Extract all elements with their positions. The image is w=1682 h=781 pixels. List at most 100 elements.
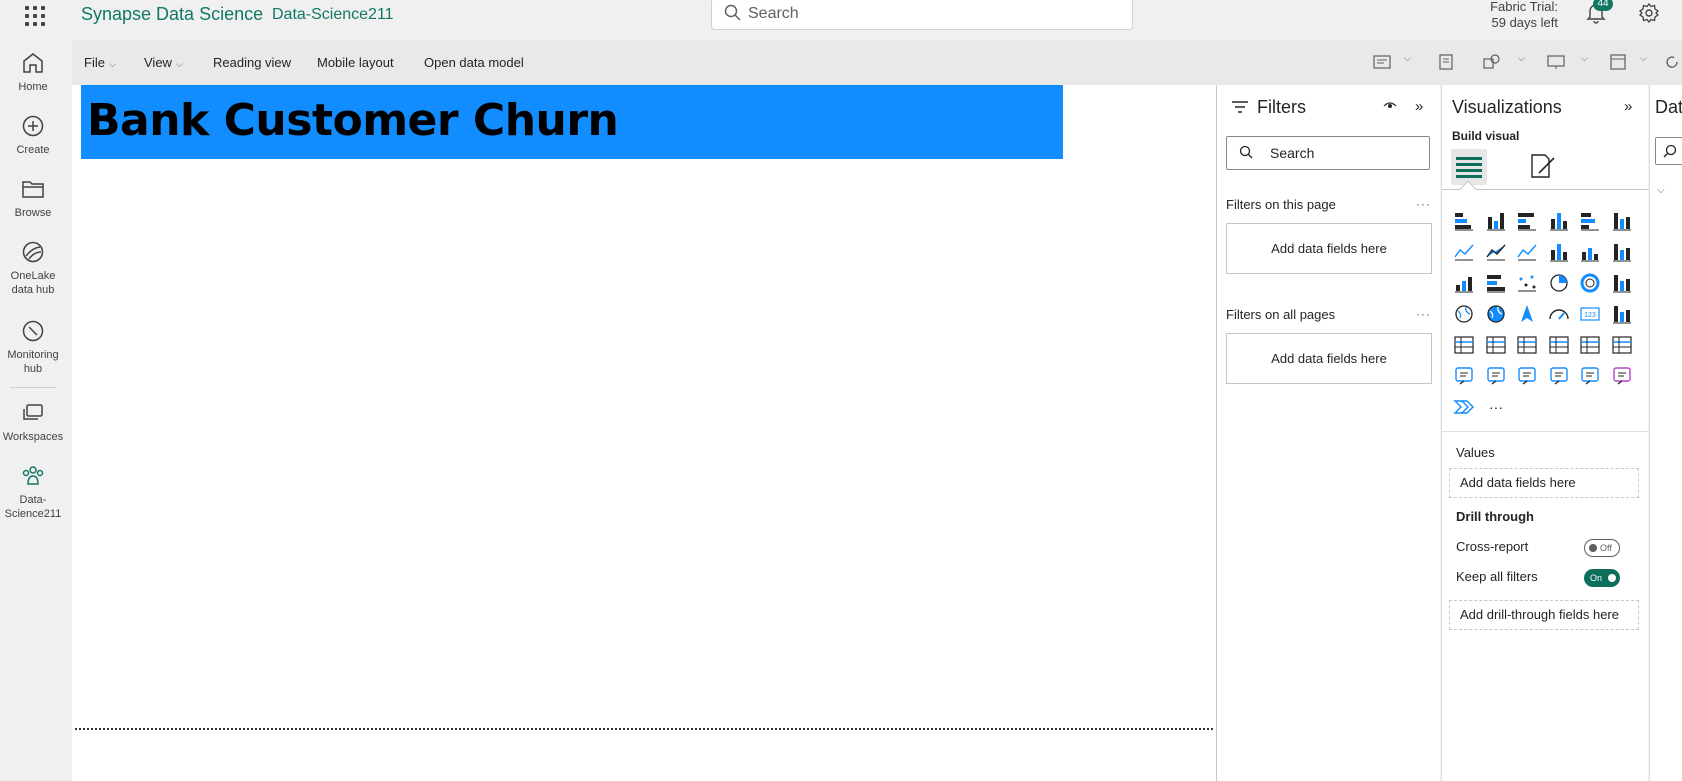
- key-influencers-icon[interactable]: [1610, 333, 1634, 357]
- azure-map-icon[interactable]: [1515, 302, 1539, 326]
- keep-all-filters-label: Keep all filters: [1456, 569, 1538, 584]
- chevron-down-icon[interactable]: ⌵: [1404, 53, 1411, 64]
- view-menu[interactable]: View ⌵: [144, 55, 183, 70]
- narrative-icon[interactable]: [1515, 364, 1539, 388]
- area-chart-icon[interactable]: [1484, 240, 1508, 264]
- pie-chart-icon[interactable]: [1547, 271, 1571, 295]
- stacked-column-chart-icon[interactable]: [1484, 209, 1508, 233]
- funnel-chart-icon[interactable]: [1484, 271, 1508, 295]
- pie-chart-icon-glyph: [1549, 274, 1568, 292]
- present-icon[interactable]: [1547, 54, 1565, 70]
- reading-view-button[interactable]: Reading view: [213, 55, 291, 70]
- keep-all-filters-toggle[interactable]: On: [1584, 569, 1620, 587]
- notes-icon[interactable]: [1438, 54, 1454, 70]
- clustered-column-chart-icon[interactable]: [1547, 209, 1571, 233]
- gauge-icon[interactable]: [1547, 302, 1571, 326]
- more-options-icon[interactable]: ···: [1416, 197, 1431, 211]
- power-automate-icon[interactable]: [1452, 395, 1476, 419]
- nav-browse[interactable]: Browse: [0, 176, 66, 220]
- build-visual-tab[interactable]: [1451, 149, 1487, 185]
- card-icon[interactable]: 123: [1578, 302, 1602, 326]
- data-search-input[interactable]: [1655, 137, 1682, 165]
- decomposition-tree-icon[interactable]: [1578, 333, 1602, 357]
- filters-page-well[interactable]: Add data fields here: [1226, 223, 1432, 274]
- multi-row-card-icon[interactable]: [1610, 302, 1634, 326]
- collapse-filters-icon[interactable]: »: [1415, 98, 1423, 115]
- map-icon[interactable]: [1452, 302, 1476, 326]
- paginated-report-icon[interactable]: [1484, 364, 1508, 388]
- 100-stacked-bar-chart-icon-glyph: [1581, 213, 1599, 231]
- treemap-icon[interactable]: [1610, 271, 1634, 295]
- app-name[interactable]: Synapse Data Science: [81, 4, 263, 25]
- clustered-bar-chart-icon[interactable]: [1515, 209, 1539, 233]
- values-label: Values: [1456, 445, 1495, 460]
- chevron-down-icon[interactable]: ⌵: [1518, 53, 1525, 64]
- line-chart-icon[interactable]: [1452, 240, 1476, 264]
- cross-report-toggle[interactable]: Off: [1584, 539, 1620, 557]
- nav-workspaces[interactable]: Workspaces: [0, 400, 66, 444]
- metrics-icon[interactable]: [1547, 364, 1571, 388]
- shapes-icon[interactable]: [1483, 54, 1501, 70]
- stacked-bar-chart-icon[interactable]: [1452, 209, 1476, 233]
- drill-through-well[interactable]: Add drill-through fields here: [1449, 600, 1639, 630]
- kpi-icon[interactable]: [1452, 333, 1476, 357]
- waterfall-chart-icon[interactable]: [1452, 271, 1476, 295]
- 100-stacked-column-chart-icon-glyph: [1612, 213, 1631, 231]
- nav-monitoring[interactable]: Monitoring hub: [0, 318, 66, 376]
- line-stacked-column-chart-icon[interactable]: [1547, 240, 1571, 264]
- open-data-model-button[interactable]: Open data model: [424, 55, 524, 70]
- ribbon-chart-icon[interactable]: [1610, 240, 1634, 264]
- stacked-area-chart-icon[interactable]: [1515, 240, 1539, 264]
- format-visual-icon[interactable]: [1527, 151, 1557, 181]
- line-clustered-column-chart-icon[interactable]: [1578, 240, 1602, 264]
- mobile-layout-button[interactable]: Mobile layout: [317, 55, 394, 70]
- clustered-bar-chart-icon-glyph: [1518, 213, 1536, 231]
- scatter-chart-icon-glyph: [1518, 275, 1536, 292]
- report-canvas[interactable]: Bank Customer Churn: [72, 85, 1216, 781]
- area-chart-icon-glyph: [1485, 244, 1506, 261]
- azure-map-icon-glyph: [1521, 305, 1533, 322]
- layout-icon[interactable]: [1610, 54, 1626, 70]
- 100-stacked-bar-chart-icon[interactable]: [1578, 209, 1602, 233]
- toggle-state-label: Off: [1600, 543, 1612, 553]
- qna-icon[interactable]: [1452, 364, 1476, 388]
- scatter-chart-icon[interactable]: [1515, 271, 1539, 295]
- workspace-name[interactable]: Data-Science211: [272, 6, 394, 24]
- trial-status-line2: 59 days left: [1491, 15, 1559, 30]
- chevron-down-icon[interactable]: ⌵: [1657, 185, 1665, 196]
- filters-all-pages-well[interactable]: Add data fields here: [1226, 333, 1432, 384]
- donut-chart-icon[interactable]: [1578, 271, 1602, 295]
- power-apps-icon[interactable]: [1610, 364, 1634, 388]
- nav-onelake[interactable]: OneLake data hub: [0, 239, 66, 297]
- table-icon-glyph: [1517, 336, 1537, 354]
- filled-map-icon[interactable]: [1484, 302, 1508, 326]
- gear-icon[interactable]: [1638, 2, 1660, 24]
- table-icon[interactable]: [1515, 333, 1539, 357]
- text-box-icon[interactable]: [1373, 54, 1391, 70]
- matrix-icon[interactable]: [1547, 333, 1571, 357]
- chevron-down-icon[interactable]: ⌵: [1640, 53, 1647, 64]
- card-icon-glyph: 123: [1580, 307, 1600, 321]
- app-launcher-icon[interactable]: [22, 3, 46, 27]
- values-well[interactable]: Add data fields here: [1449, 468, 1639, 498]
- slicer-icon[interactable]: [1484, 333, 1508, 357]
- trial-status[interactable]: Fabric Trial: 59 days left: [1468, 0, 1558, 31]
- nav-current-workspace[interactable]: Data- Science211: [0, 463, 66, 521]
- donut-chart-icon-glyph: [1580, 273, 1600, 293]
- nav-create[interactable]: Create: [0, 113, 66, 157]
- nav-home[interactable]: Home: [0, 50, 66, 94]
- 100-stacked-column-chart-icon[interactable]: [1610, 209, 1634, 233]
- more-options-icon[interactable]: ···: [1416, 307, 1431, 321]
- eye-icon[interactable]: [1383, 100, 1397, 112]
- global-search-input[interactable]: Search: [711, 0, 1133, 30]
- more-visuals-icon[interactable]: ···: [1484, 395, 1508, 419]
- collapse-visualizations-icon[interactable]: »: [1624, 98, 1632, 115]
- chevron-down-icon[interactable]: ⌵: [1581, 53, 1588, 64]
- file-menu[interactable]: File ⌵: [84, 55, 116, 70]
- python-visual-icon[interactable]: [1578, 364, 1602, 388]
- workspaces-icon: [23, 404, 43, 420]
- report-title-visual[interactable]: Bank Customer Churn: [81, 85, 1063, 159]
- refresh-icon[interactable]: [1664, 54, 1680, 70]
- power-automate-icon-glyph: [1453, 400, 1474, 414]
- filters-search-input[interactable]: Search: [1226, 136, 1430, 170]
